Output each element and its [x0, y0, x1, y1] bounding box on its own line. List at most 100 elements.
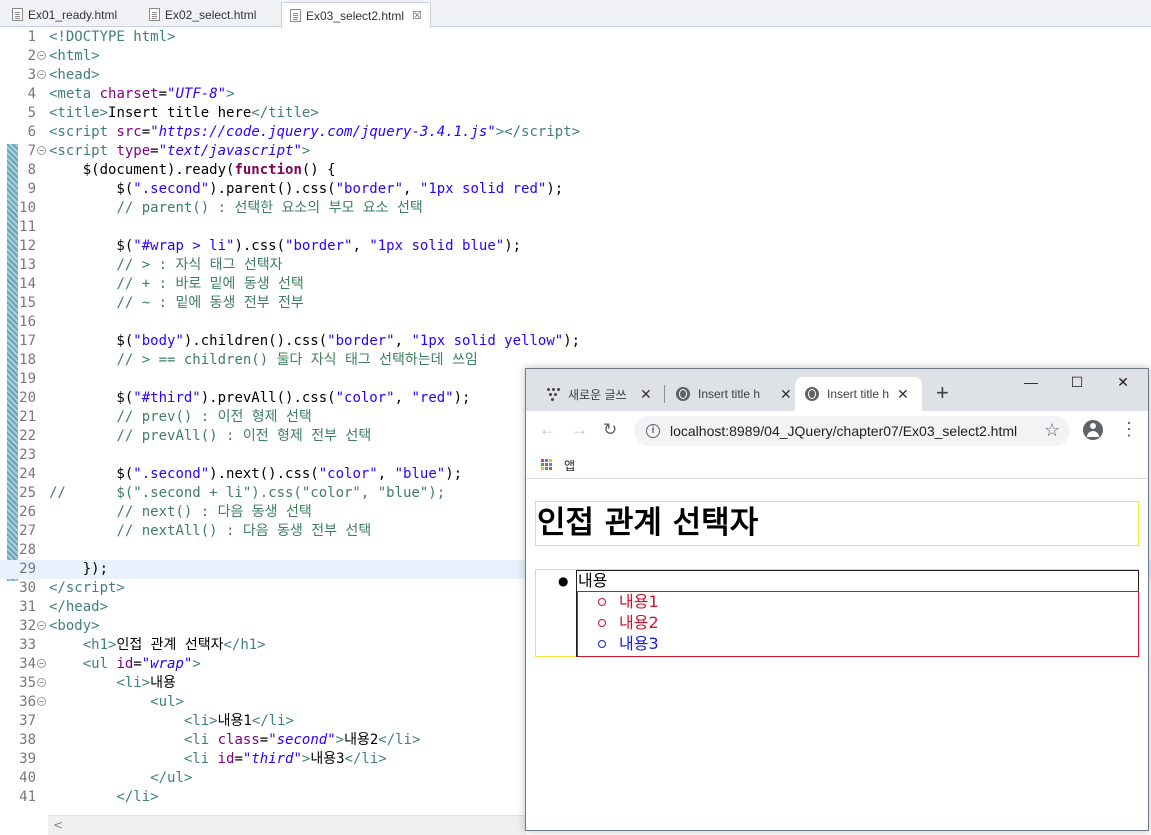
- line-number: 9: [27, 181, 36, 197]
- fold-toggle-icon[interactable]: −: [37, 146, 46, 155]
- code-text: $("body").children().css("border", "1px …: [49, 333, 581, 349]
- browser-tab-3-active[interactable]: Insert title h ✕: [795, 377, 922, 411]
- fold-toggle-icon[interactable]: −: [37, 70, 46, 79]
- line-number: 5: [27, 105, 36, 121]
- outer-list-item: ● 내용 내용1 내용2 내용3: [558, 570, 1139, 657]
- code-line[interactable]: 1 <!DOCTYPE html>: [0, 28, 1151, 47]
- code-line[interactable]: 16: [0, 313, 1151, 332]
- html-file-icon: [12, 8, 23, 21]
- apps-grid-icon[interactable]: [541, 459, 553, 471]
- code-line[interactable]: 13 // > : 자식 태그 선택자: [0, 256, 1151, 275]
- fold-toggle-icon[interactable]: −: [37, 621, 46, 630]
- code-text: <ul>: [150, 694, 184, 710]
- line-number: 20: [19, 390, 36, 406]
- line-number: 37: [19, 713, 36, 729]
- minimize-button[interactable]: —: [1016, 374, 1046, 390]
- address-bar[interactable]: i localhost:8989/04_JQuery/chapter07/Ex0…: [634, 416, 1070, 446]
- editor-tab-ex02[interactable]: Ex02_select.html: [141, 2, 264, 27]
- window-close-button[interactable]: ✕: [1108, 374, 1138, 391]
- page-viewport: 인접 관계 선택자 ● 내용 내용1 내용2 내용3: [526, 480, 1148, 830]
- code-line[interactable]: 6 <script src="https://code.jquery.com/jq…: [0, 123, 1151, 142]
- scroll-left-icon[interactable]: <: [53, 818, 63, 832]
- info-icon[interactable]: i: [646, 424, 660, 438]
- line-number: 22: [19, 428, 36, 444]
- code-line[interactable]: 17 $("body").children().css("border", "1…: [0, 332, 1151, 351]
- line-number: 24: [19, 466, 36, 482]
- code-text: });: [49, 561, 109, 577]
- disc-bullet-icon: ●: [558, 574, 569, 588]
- forward-arrow-icon[interactable]: →: [571, 421, 588, 439]
- browser-tab-strip: 새로운 글쓰 ✕ Insert title h ✕ Insert title h…: [526, 369, 1148, 411]
- code-text: <ul id="wrap">: [82, 656, 201, 672]
- code-line[interactable]: 11: [0, 218, 1151, 237]
- code-text: <head>: [49, 67, 100, 83]
- browser-tab-1[interactable]: 새로운 글쓰 ✕: [536, 377, 662, 411]
- line-number: 11: [19, 219, 36, 235]
- menu-icon[interactable]: ⋮: [1120, 420, 1138, 438]
- editor-tab-ex01[interactable]: Ex01_ready.html: [4, 2, 125, 27]
- code-line[interactable]: 3− <head>: [0, 66, 1151, 85]
- url-text: localhost:8989/04_JQuery/chapter07/Ex03_…: [670, 423, 1018, 439]
- line-number: 12: [19, 238, 36, 254]
- code-text: // > : 자식 태그 선택자: [116, 257, 283, 273]
- code-text: </script>: [49, 580, 125, 596]
- fold-toggle-icon[interactable]: −: [37, 678, 46, 687]
- code-text: $(".second").parent().css("border", "1px…: [49, 181, 564, 197]
- fold-toggle-icon[interactable]: −: [37, 51, 46, 60]
- tab-separator: [664, 385, 665, 403]
- code-text: // prevAll() : 이전 형제 전부 선택: [116, 428, 372, 444]
- star-icon[interactable]: ☆: [1044, 420, 1060, 441]
- code-line[interactable]: 4 <meta charset="UTF-8">: [0, 85, 1151, 104]
- line-number: 8: [27, 162, 36, 178]
- circle-bullet-icon: [598, 640, 606, 648]
- circle-bullet-icon: [598, 619, 606, 627]
- code-line[interactable]: 2− <html>: [0, 47, 1151, 66]
- close-tab-icon[interactable]: ☒: [412, 9, 422, 22]
- browser-tab-2[interactable]: Insert title h ✕: [666, 377, 802, 411]
- code-text: </ul>: [150, 770, 193, 786]
- code-text: <script src="https://code.jquery.com/jqu…: [49, 124, 581, 140]
- circle-bullet-icon: [598, 598, 606, 606]
- browser-window: 새로운 글쓰 ✕ Insert title h ✕ Insert title h…: [525, 368, 1149, 831]
- code-text: <h1>인접 관계 선택자</h1>: [82, 637, 266, 653]
- line-number: 14: [19, 276, 36, 292]
- editor-tab-label: Ex03_select2.html: [306, 8, 405, 23]
- code-line[interactable]: 8 $(document).ready(function() {: [0, 161, 1151, 180]
- line-number: 3: [27, 67, 36, 83]
- code-text: $(document).ready(function() {: [49, 162, 336, 178]
- apps-label[interactable]: 앱: [564, 457, 575, 474]
- account-icon[interactable]: [1083, 420, 1103, 440]
- line-number: 15: [19, 295, 36, 311]
- code-text: <li class="second">내용2</li>: [183, 732, 421, 748]
- line-number: 18: [19, 352, 36, 368]
- reload-icon[interactable]: ↻: [603, 421, 617, 439]
- close-tab-icon[interactable]: ✕: [897, 386, 909, 403]
- maximize-button[interactable]: ☐: [1062, 374, 1092, 391]
- code-line[interactable]: 14 // + : 바로 밑에 동생 선택: [0, 275, 1151, 294]
- code-line[interactable]: 5 <title>Insert title here</title>: [0, 104, 1151, 123]
- horizontal-scrollbar[interactable]: <: [48, 815, 526, 835]
- html-file-icon: [149, 8, 160, 21]
- code-line[interactable]: 9 $(".second").parent().css("border", "1…: [0, 180, 1151, 199]
- editor-tab-ex03[interactable]: Ex03_select2.html ☒: [281, 2, 431, 28]
- code-line[interactable]: 10 // parent() : 선택한 요소의 부모 요소 선택: [0, 199, 1151, 218]
- code-line[interactable]: 12 $("#wrap > li").css("border", "1px so…: [0, 237, 1151, 256]
- bookmarks-bar: 앱: [526, 451, 1148, 479]
- line-number: 16: [19, 314, 36, 330]
- code-text: <meta charset="UTF-8">: [49, 86, 235, 102]
- code-line[interactable]: 7− <script type="text/javascript">: [0, 142, 1151, 161]
- globe-icon: [676, 387, 690, 401]
- code-text: // prev() : 이전 형제 선택: [116, 409, 312, 425]
- html-file-icon: [290, 9, 301, 22]
- back-arrow-icon[interactable]: ←: [539, 421, 556, 439]
- fold-toggle-icon[interactable]: −: [37, 697, 46, 706]
- code-line[interactable]: 15 // ~ : 밑에 동생 전부 전부: [0, 294, 1151, 313]
- fold-toggle-icon[interactable]: −: [37, 659, 46, 668]
- code-text: // > == children() 둘다 자식 태그 선택하는데 쓰임: [116, 352, 478, 368]
- new-tab-button[interactable]: +: [936, 382, 949, 404]
- code-text: $("#third").prevAll().css("color", "red"…: [49, 390, 471, 406]
- browser-toolbar: ← → ↻ i localhost:8989/04_JQuery/chapter…: [526, 411, 1148, 451]
- close-tab-icon[interactable]: ✕: [640, 386, 652, 403]
- close-tab-icon[interactable]: ✕: [780, 386, 792, 403]
- code-text: // + : 바로 밑에 동생 선택: [116, 276, 304, 292]
